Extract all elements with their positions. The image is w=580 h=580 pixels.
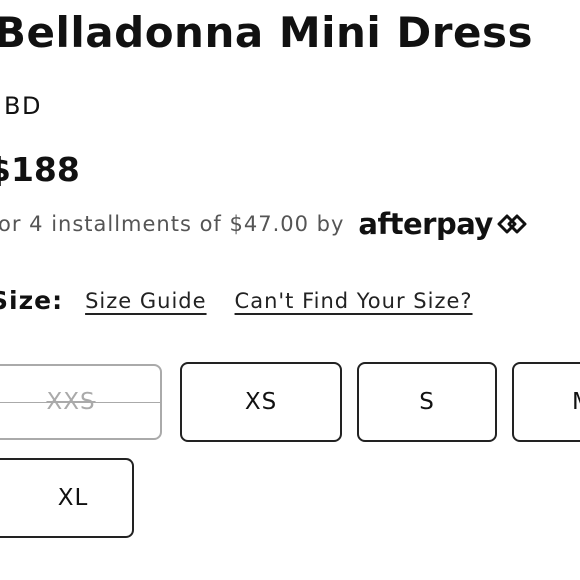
product-title: Belladonna Mini Dress [0, 8, 533, 57]
size-option-xs[interactable]: XS [180, 362, 342, 442]
size-selector-header: Size: Size Guide Can't Find Your Size? [0, 286, 473, 315]
size-option-s[interactable]: S [357, 362, 497, 442]
product-price: $188 [0, 150, 80, 189]
product-brand: BD [4, 92, 42, 120]
installments-text: or 4 installments of $47.00 by [0, 212, 345, 236]
product-page: Belladonna Mini Dress BD $188 or 4 insta… [0, 0, 580, 580]
size-option-label: XS [244, 389, 278, 415]
afterpay-installments: or 4 installments of $47.00 by afterpay [0, 207, 529, 241]
size-option-m[interactable]: M [512, 362, 580, 442]
cant-find-size-link[interactable]: Can't Find Your Size? [235, 289, 473, 313]
size-option-xxs[interactable]: XXS [0, 364, 162, 440]
afterpay-logo[interactable]: afterpay [358, 207, 528, 241]
size-option-xl[interactable]: XL [0, 458, 134, 538]
size-option-label: S [419, 389, 435, 415]
unavailable-strike [0, 402, 160, 403]
size-label: Size: [0, 286, 64, 315]
afterpay-loop-icon [497, 214, 527, 234]
size-option-label: XL [57, 485, 89, 511]
afterpay-wordmark: afterpay [358, 207, 493, 241]
size-guide-link[interactable]: Size Guide [85, 289, 206, 313]
size-option-label: M [572, 389, 580, 415]
